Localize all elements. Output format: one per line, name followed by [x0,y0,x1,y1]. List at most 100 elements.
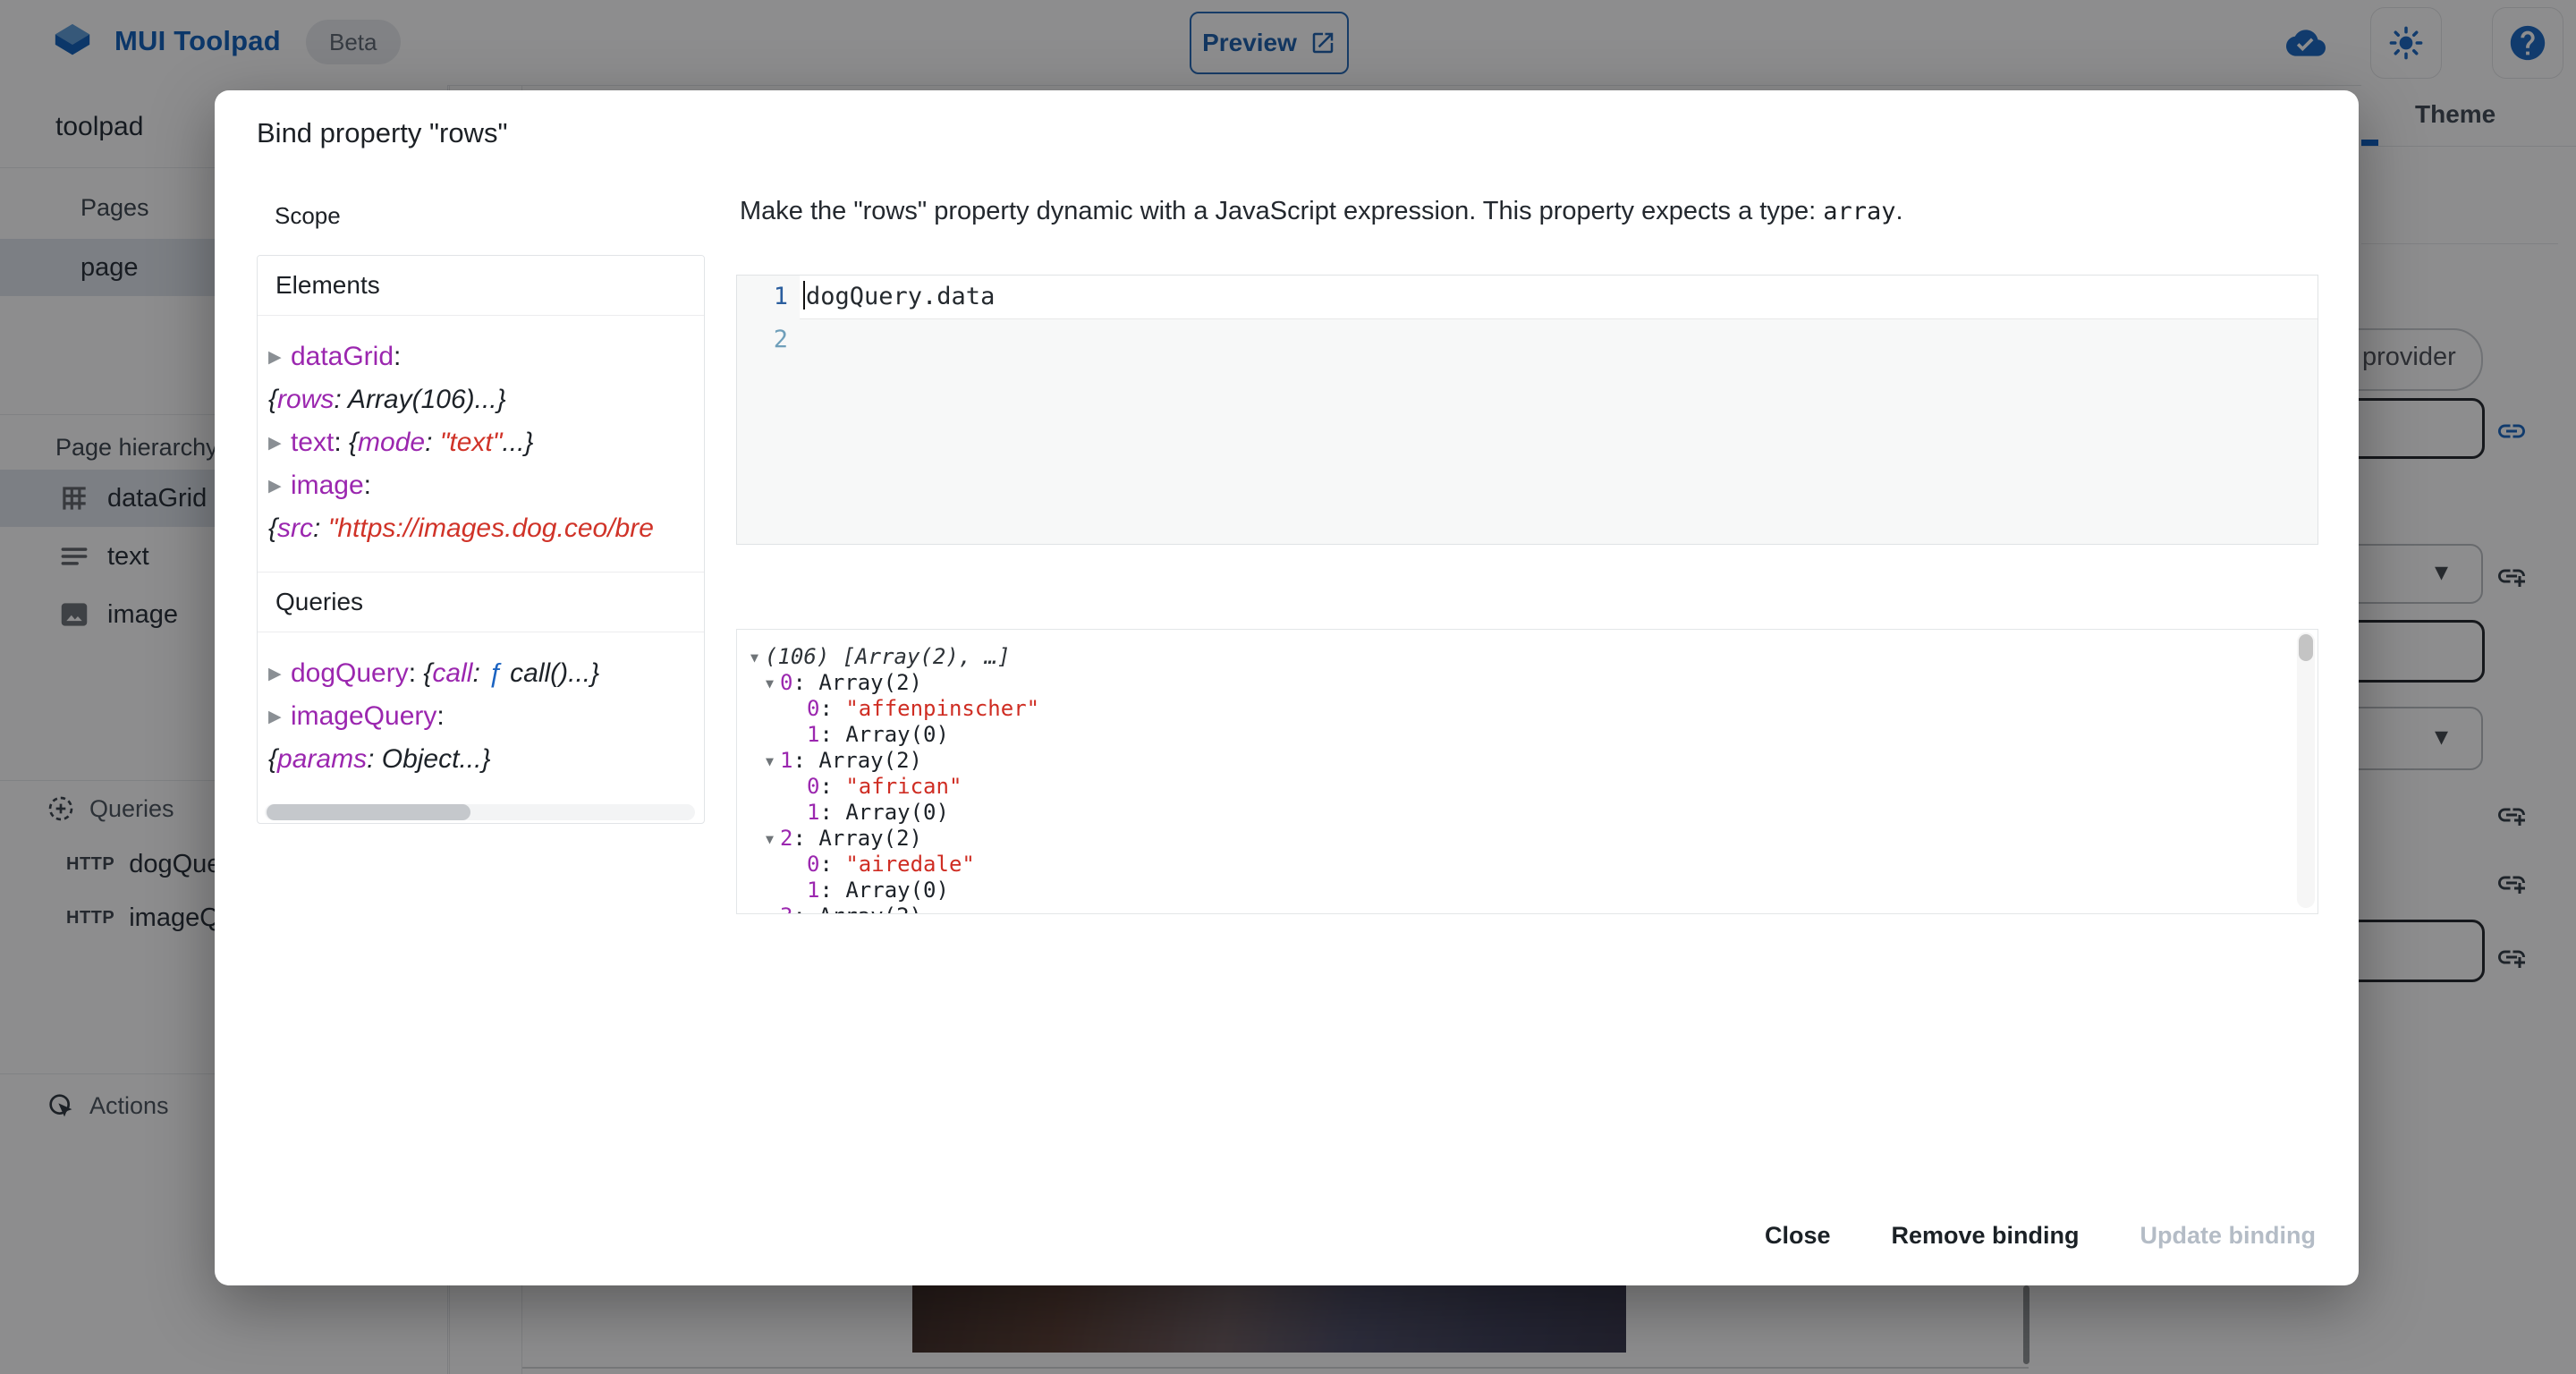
description-text: Make the "rows" property dynamic with a … [740,197,1823,225]
expected-type: array [1823,198,1895,225]
preview-row[interactable]: ▼2: Array(2) [737,826,2318,852]
preview-row[interactable]: 0: "affenpinscher" [737,696,2318,722]
token: 0 [807,774,819,799]
tree-row[interactable]: {src: "https://images.dog.ceo/bre [268,507,704,550]
expander-icon[interactable]: ▼ [766,753,780,769]
text-cursor [803,281,805,310]
token: 0 [780,670,792,695]
token: : [472,658,487,688]
code-content[interactable] [800,318,2318,361]
close-button[interactable]: Close [1745,1209,1851,1262]
token: 1 [807,722,819,747]
line-number: 2 [737,318,800,361]
expander-icon[interactable]: ▶ [268,665,284,683]
expander-icon[interactable]: ▶ [268,708,284,726]
expander-icon[interactable]: ▼ [750,649,765,666]
editor-line[interactable]: 1dogQuery.data [737,276,2318,318]
scrollbar-thumb[interactable] [2299,634,2313,661]
token: : [819,774,845,799]
js-expression-editor[interactable]: 1dogQuery.data2 [736,275,2318,545]
tree-row[interactable]: ▶ dogQuery: {call: ƒ call()...} [268,652,704,695]
preview-row[interactable]: 1: Array(0) [737,800,2318,826]
scope-tree: ▶ dataGrid:{rows: Array(106)...}▶ text: … [258,316,704,572]
preview-row[interactable]: 1: Array(0) [737,878,2318,903]
tree-row[interactable]: ▶ imageQuery: [268,695,704,738]
preview-row[interactable]: ▼3: Array(2) [737,903,2318,914]
token: dogQuery [284,658,409,688]
scope-label: Scope [275,202,341,230]
token: 1 [780,748,792,773]
token: call [432,658,472,688]
preview-scrollbar[interactable] [2297,632,2315,908]
token: : [819,852,845,877]
token: { [268,744,277,774]
token: : Array(106)...} [334,385,505,414]
scope-horizontal-scrollbar[interactable] [265,804,695,820]
token: rows [277,385,334,414]
update-binding-button[interactable]: Update binding [2121,1209,2335,1262]
preview-row[interactable]: ▼0: Array(2) [737,670,2318,696]
token: text [284,428,335,457]
token: : [334,428,349,457]
preview-row[interactable]: ▼1: Array(2) [737,748,2318,774]
token: 1 [807,878,819,903]
token: "text" [440,428,503,457]
token: : [425,428,440,457]
token: : [364,471,371,500]
token: : Array(2) [792,903,922,914]
tree-row[interactable]: ▶ image: [268,464,704,507]
expander-icon[interactable]: ▼ [766,909,780,914]
expander-icon[interactable]: ▼ [766,831,780,847]
token: : Array(0) [819,722,949,747]
token: ƒ [487,658,510,688]
token: (106) [Array(2), …] [765,644,1011,669]
expander-icon[interactable]: ▶ [268,348,284,367]
expander-icon[interactable]: ▶ [268,477,284,496]
token: : [409,658,424,688]
token: ...} [502,428,533,457]
token: "airedale" [845,852,975,877]
tree-row[interactable]: ▶ dataGrid: [268,335,704,378]
preview-row[interactable]: 0: "african" [737,774,2318,800]
scope-browser: Elements▶ dataGrid:{rows: Array(106)...}… [257,255,705,824]
token: : Array(0) [819,800,949,825]
tree-row[interactable]: {rows: Array(106)...} [268,378,704,421]
scope-tree: ▶ dogQuery: {call: ƒ call()...}▶ imageQu… [258,632,704,802]
token: image [284,471,364,500]
token: : Array(2) [792,748,922,773]
bind-property-dialog: Bind property "rows" Scope Make the "row… [215,90,2359,1285]
token: { [268,513,277,543]
token: dataGrid [284,342,394,371]
expression-result-preview: ▼(106) [Array(2), …]▼0: Array(2)0: "affe… [736,629,2318,914]
dialog-title: Bind property "rows" [257,117,507,149]
token: "affenpinscher" [845,696,1039,721]
token: "https://images.dog.ceo/bre [328,513,654,543]
remove-binding-button[interactable]: Remove binding [1872,1209,2099,1262]
token: 0 [807,852,819,877]
token: { [423,658,432,688]
scope-section-header: Elements [258,256,704,316]
token: call()...} [510,658,599,688]
tree-row[interactable]: ▶ text: {mode: "text"...} [268,421,704,464]
scope-section-header: Queries [258,572,704,632]
dialog-actions: Close Remove binding Update binding [1745,1209,2335,1262]
token: params [277,744,367,774]
token: : Array(2) [792,670,922,695]
app-root: MUI Toolpad Beta Preview [0,0,2576,1374]
token: : Array(2) [792,826,922,851]
preview-row[interactable]: 0: "airedale" [737,852,2318,878]
preview-row[interactable]: 1: Array(0) [737,722,2318,748]
scrollbar-thumb[interactable] [267,804,470,820]
token: 0 [807,696,819,721]
token: : [394,342,401,371]
token: 3 [780,903,792,914]
expander-icon[interactable]: ▶ [268,434,284,453]
token: 2 [780,826,792,851]
token: : [313,513,328,543]
tree-row[interactable]: {params: Object...} [268,738,704,781]
preview-row[interactable]: ▼(106) [Array(2), …] [737,644,2318,670]
editor-line[interactable]: 2 [737,318,2318,361]
expander-icon[interactable]: ▼ [766,675,780,691]
code-content[interactable]: dogQuery.data [800,276,2318,318]
token: : Object...} [367,744,490,774]
